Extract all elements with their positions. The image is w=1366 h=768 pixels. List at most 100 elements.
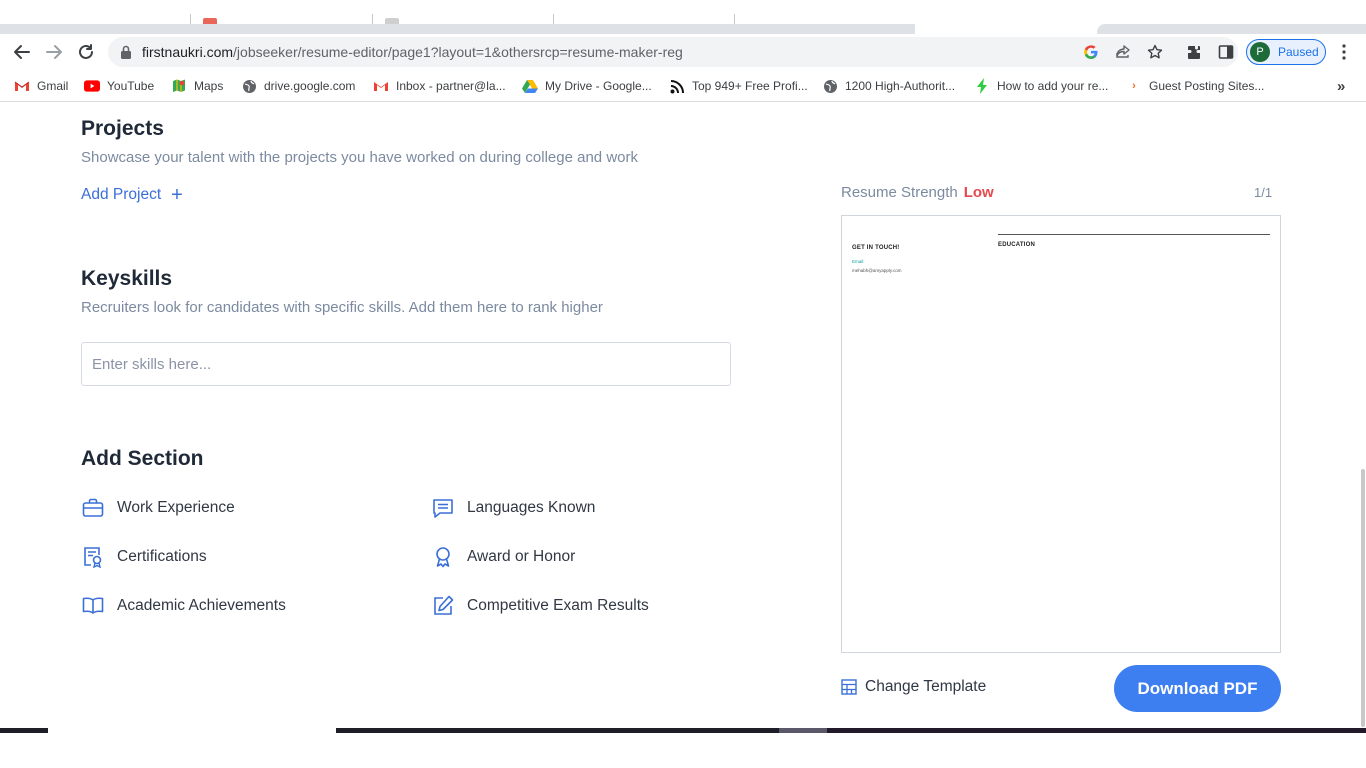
- projects-title: Projects: [81, 117, 164, 140]
- bookmark-label: How to add your re...: [997, 79, 1109, 93]
- youtube-icon: [84, 78, 100, 94]
- taskbar-segment: [0, 728, 48, 733]
- skills-input[interactable]: [81, 342, 731, 386]
- briefcase-icon: [81, 496, 105, 520]
- bookmark-label: Maps: [194, 79, 224, 93]
- resume-preview[interactable]: EDUCATION GET IN TOUCH! Email: mehabh@am…: [841, 215, 1281, 653]
- drive-icon: [522, 78, 538, 94]
- reload-icon: [79, 44, 93, 59]
- change-template-button[interactable]: Change Template: [841, 678, 986, 696]
- address-bar[interactable]: firstnaukri.com/jobseeker/resume-editor/…: [108, 37, 1238, 67]
- arrow-icon: ›: [1132, 80, 1136, 92]
- preview-education-heading: EDUCATION: [998, 242, 1036, 248]
- edit-icon: [431, 594, 455, 618]
- bookmark-label: Top 949+ Free Profi...: [692, 79, 808, 93]
- projects-subtitle: Showcase your talent with the projects y…: [81, 149, 638, 166]
- more-bookmarks-chevron-icon[interactable]: »: [1337, 77, 1345, 95]
- url-text: firstnaukri.com/jobseeker/resume-editor/…: [142, 44, 683, 60]
- bookmark-label: Gmail: [37, 79, 69, 93]
- taskbar-strip: [0, 728, 1366, 768]
- feed-icon: [669, 78, 685, 94]
- bookmark-label: Inbox - partner@la...: [396, 79, 506, 93]
- tab-separator: [190, 14, 191, 24]
- google-lens-icon[interactable]: [1082, 43, 1100, 61]
- side-panel-icon[interactable]: [1216, 42, 1236, 62]
- section-label: Work Experience: [117, 499, 235, 516]
- preview-divider: [998, 234, 1270, 235]
- page-count: 1/1: [1254, 185, 1273, 200]
- profile-button[interactable]: P Paused: [1246, 39, 1326, 65]
- bookmark-label: Guest Posting Sites...: [1149, 79, 1265, 93]
- preview-email-value: mehabh@amyapply.com: [852, 268, 902, 273]
- extensions-icon[interactable]: [1184, 42, 1204, 62]
- bolt-icon: [974, 78, 990, 94]
- template-grid-icon: [841, 679, 857, 695]
- preview-contact-heading: GET IN TOUCH!: [852, 245, 900, 251]
- gmail-icon: [373, 78, 389, 94]
- bookmark-1200-high[interactable]: 1200 High-Authorit...: [822, 77, 955, 95]
- add-competitive-exam-results[interactable]: Competitive Exam Results: [431, 594, 649, 618]
- add-work-experience[interactable]: Work Experience: [81, 496, 235, 520]
- change-template-label: Change Template: [865, 678, 987, 695]
- reload-button[interactable]: [75, 41, 97, 63]
- add-section-title: Add Section: [81, 447, 204, 470]
- forward-button[interactable]: [43, 41, 65, 63]
- bookmark-gmail[interactable]: Gmail: [14, 77, 68, 95]
- bookmark-label: 1200 High-Authorit...: [845, 79, 956, 93]
- back-button[interactable]: [11, 41, 33, 63]
- share-icon[interactable]: [1114, 43, 1132, 61]
- scrollbar-thumb[interactable]: [1361, 469, 1365, 727]
- bookmark-top-949[interactable]: Top 949+ Free Profi...: [669, 77, 808, 95]
- bookmark-inbox[interactable]: Inbox - partner@la...: [373, 77, 506, 95]
- section-label: Award or Honor: [467, 548, 576, 565]
- preview-email-label: Email:: [852, 259, 865, 264]
- tab-separator: [372, 14, 373, 24]
- taskbar-segment: [827, 728, 1366, 733]
- certificate-icon: [81, 545, 105, 569]
- taskbar-segment: [779, 728, 827, 733]
- url-host: firstnaukri.com: [142, 44, 234, 60]
- bookmark-youtube[interactable]: YouTube: [84, 77, 154, 95]
- bookmark-label: YouTube: [107, 79, 155, 93]
- award-icon: [431, 545, 455, 569]
- maps-icon: [171, 78, 187, 94]
- bookmark-how-to-add[interactable]: How to add your re...: [974, 77, 1108, 95]
- bookmark-drive-site[interactable]: drive.google.com: [241, 77, 355, 95]
- add-project-label: Add Project: [81, 186, 162, 203]
- bookmark-my-drive[interactable]: My Drive - Google...: [522, 77, 652, 95]
- add-languages-known[interactable]: Languages Known: [431, 496, 595, 520]
- plus-icon: +: [171, 184, 183, 206]
- bookmark-guest-posting[interactable]: › Guest Posting Sites...: [1126, 77, 1264, 95]
- add-project-button[interactable]: Add Project +: [81, 184, 183, 206]
- globe-icon: [822, 78, 838, 94]
- avatar: P: [1250, 42, 1270, 62]
- profile-status: Paused: [1278, 45, 1319, 59]
- download-pdf-button[interactable]: Download PDF: [1114, 665, 1281, 712]
- bookmark-label: drive.google.com: [264, 79, 356, 93]
- bookmark-label: My Drive - Google...: [545, 79, 652, 93]
- taskbar-segment: [336, 728, 779, 733]
- chat-icon: [431, 496, 455, 520]
- tab-bar-background: [0, 24, 915, 34]
- menu-kebab-icon[interactable]: [1334, 42, 1354, 62]
- section-label: Competitive Exam Results: [467, 597, 649, 614]
- bookmarks-bar: Gmail YouTube Maps drive.google.com Inbo…: [0, 70, 1366, 102]
- resume-strength: Resume Strength Low: [841, 184, 994, 201]
- keyskills-subtitle: Recruiters look for candidates with spec…: [81, 299, 603, 316]
- add-certifications[interactable]: Certifications: [81, 545, 207, 569]
- keyskills-title: Keyskills: [81, 267, 173, 290]
- section-label: Certifications: [117, 548, 207, 565]
- bookmark-maps[interactable]: Maps: [171, 77, 223, 95]
- back-arrow-icon: [14, 45, 30, 59]
- section-label: Languages Known: [467, 499, 596, 516]
- add-award-or-honor[interactable]: Award or Honor: [431, 545, 575, 569]
- gmail-icon: [14, 78, 30, 94]
- add-academic-achievements[interactable]: Academic Achievements: [81, 594, 286, 618]
- forward-arrow-icon: [46, 45, 62, 59]
- tab-separator: [553, 14, 554, 24]
- bookmark-star-icon[interactable]: [1146, 43, 1164, 61]
- globe-icon: [241, 78, 257, 94]
- tab-bar-background: [1097, 24, 1366, 34]
- strength-value: Low: [963, 184, 994, 201]
- section-label: Academic Achievements: [117, 597, 286, 614]
